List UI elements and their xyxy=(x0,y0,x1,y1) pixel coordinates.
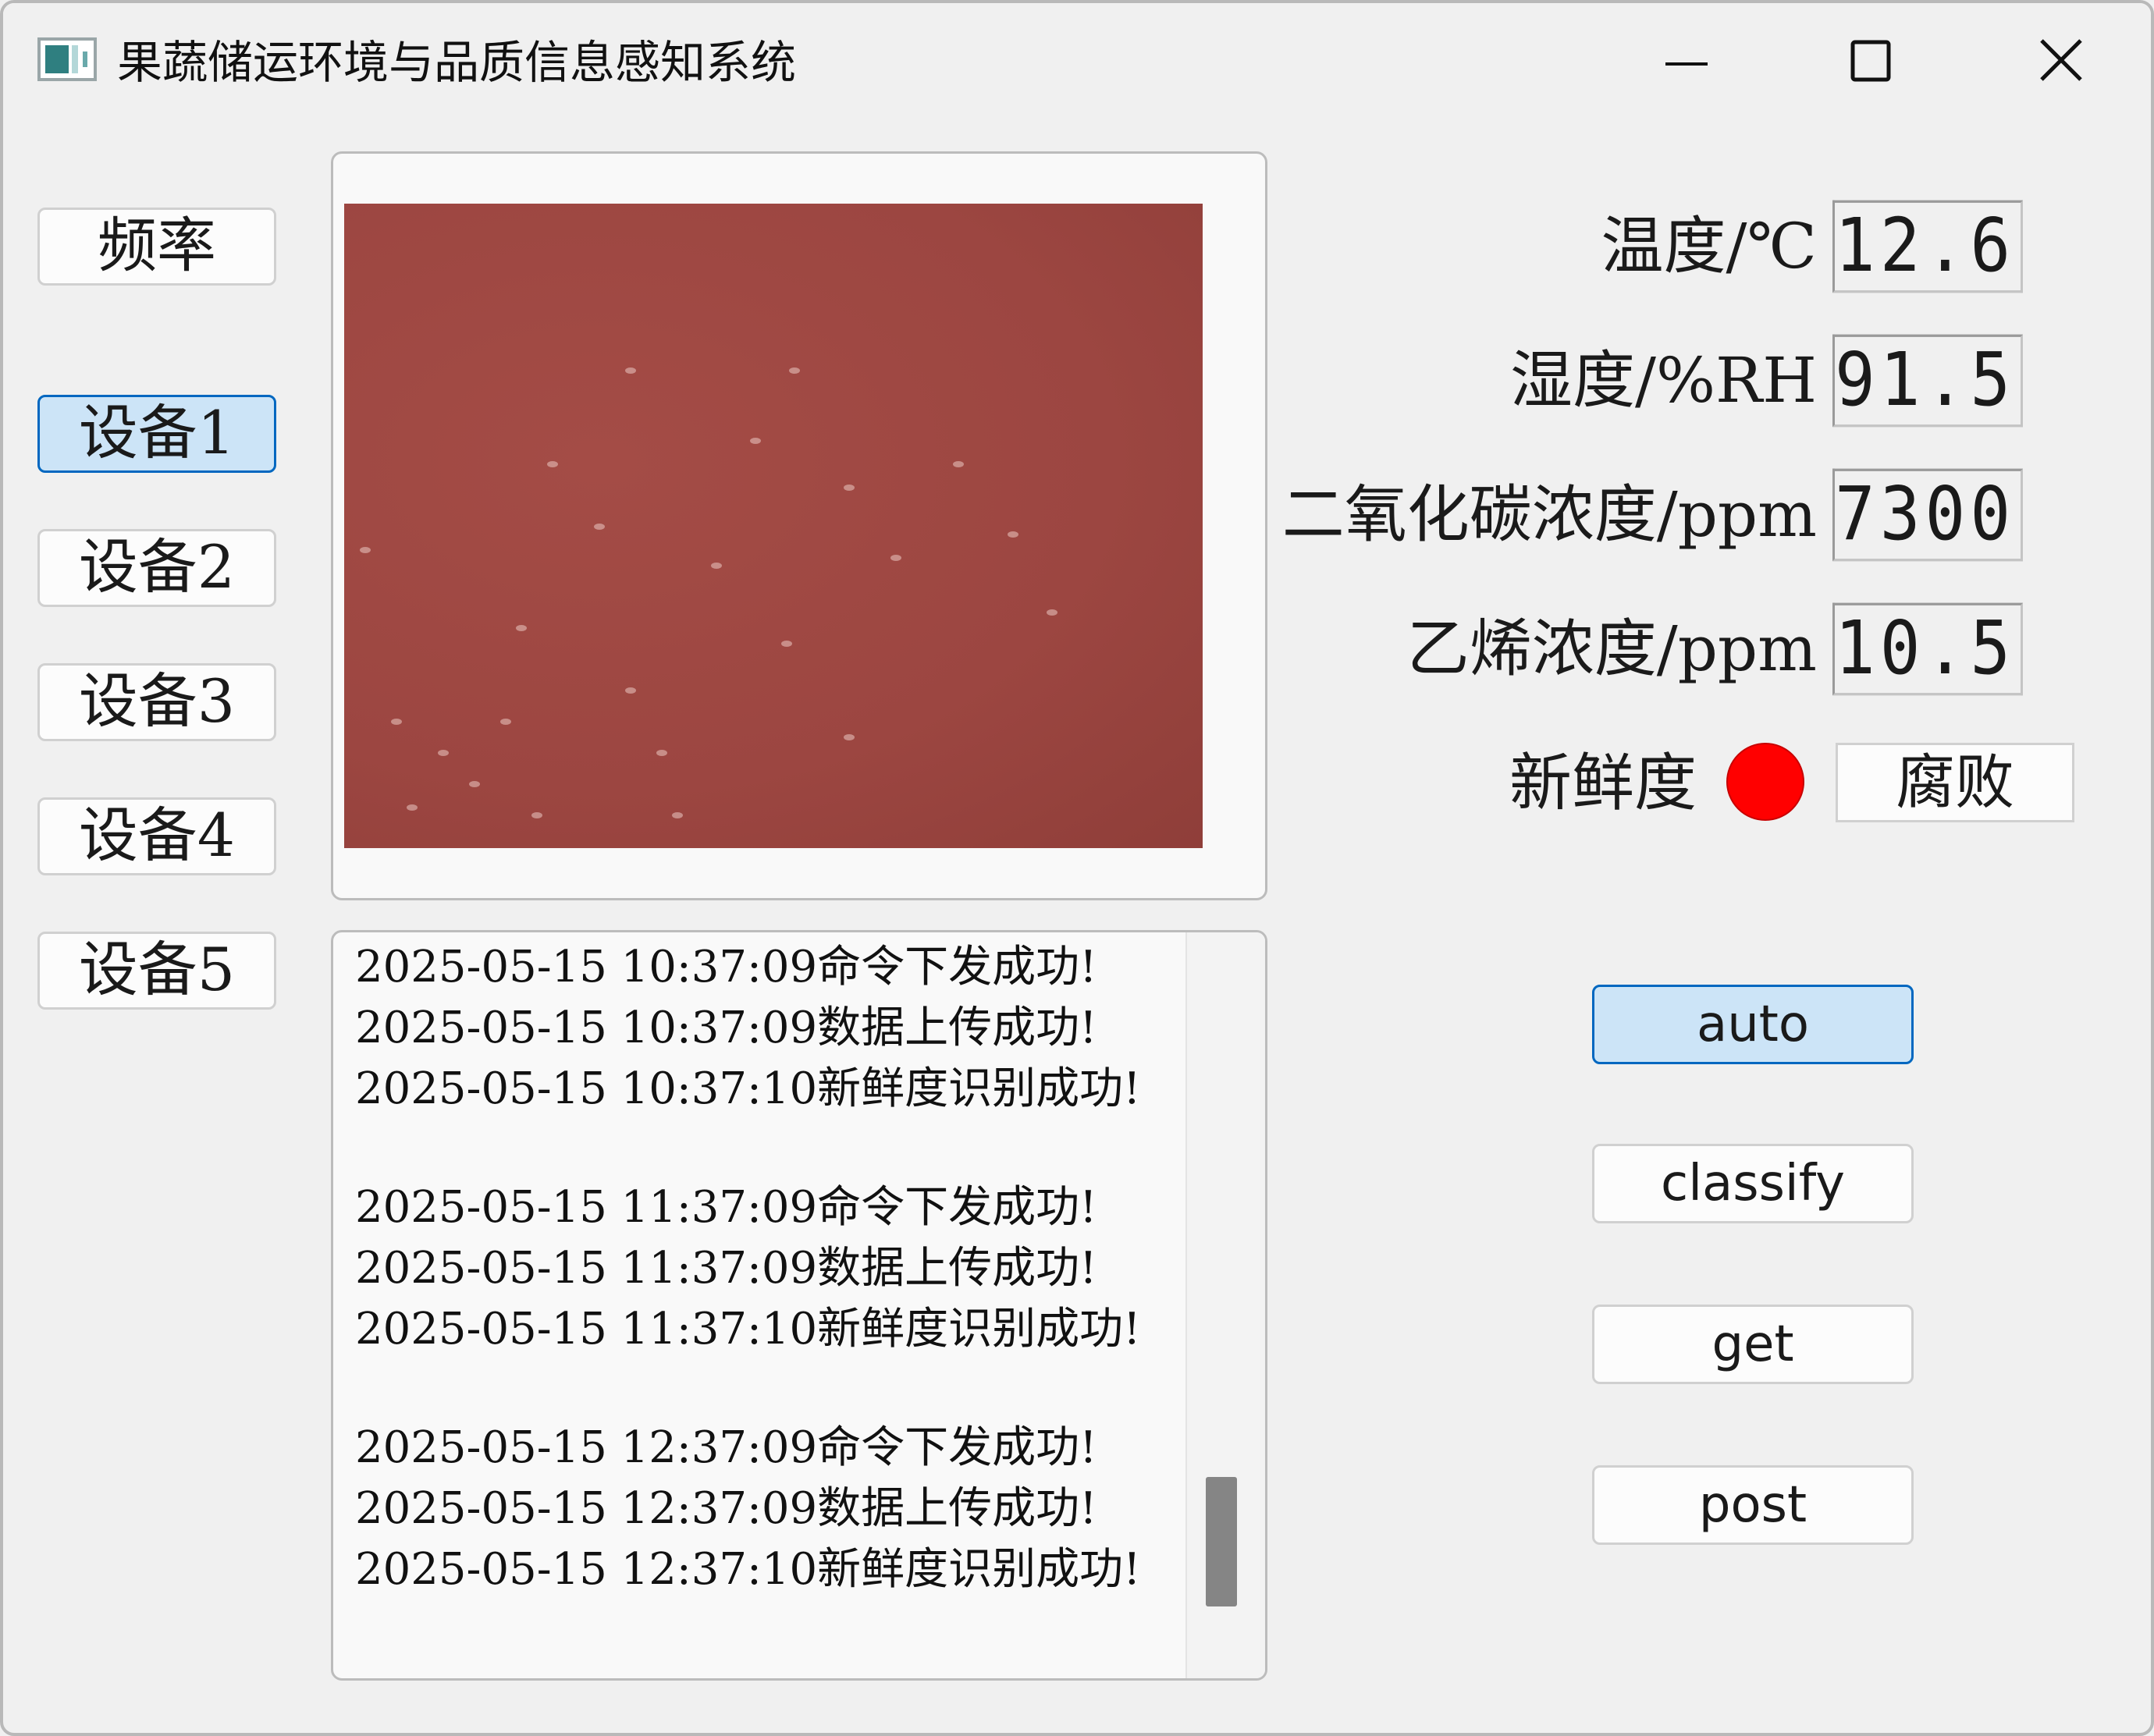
freshness-label: 新鲜度 xyxy=(1509,747,1697,819)
log-line: 2025-05-15 12:37:09命令下发成功! xyxy=(355,1422,1097,1473)
co2-display: 7300 xyxy=(1832,468,2023,562)
humidity-label: 湿度/%RH xyxy=(1510,344,1817,417)
minimize-icon xyxy=(1665,62,1708,66)
log-line: 2025-05-15 12:37:09数据上传成功! xyxy=(355,1483,1097,1534)
maximize-button[interactable] xyxy=(1836,31,1906,94)
ethylene-display: 10.5 xyxy=(1832,602,2023,696)
image-panel xyxy=(331,151,1267,900)
log-line: 2025-05-15 10:37:09数据上传成功! xyxy=(355,1003,1097,1053)
device-4-button[interactable]: 设备4 xyxy=(37,797,276,875)
get-button[interactable]: get xyxy=(1592,1305,1914,1384)
maximize-icon xyxy=(1850,40,1891,82)
post-button[interactable]: post xyxy=(1592,1465,1914,1545)
log-line: 2025-05-15 11:37:09命令下发成功! xyxy=(355,1182,1097,1233)
freshness-indicator xyxy=(1726,743,1804,821)
co2-label: 二氧化碳浓度/ppm xyxy=(1281,478,1817,551)
title-bar: 果蔬储运环境与品质信息感知系统 xyxy=(3,3,2151,124)
log-line: 2025-05-15 12:37:10新鲜度识别成功! xyxy=(355,1544,1141,1595)
device-1-button[interactable]: 设备1 xyxy=(37,395,276,473)
log-line: 2025-05-15 10:37:09命令下发成功! xyxy=(355,942,1097,992)
auto-button[interactable]: auto xyxy=(1592,985,1914,1064)
window-title: 果蔬储运环境与品质信息感知系统 xyxy=(117,36,797,89)
app-window: 果蔬储运环境与品质信息感知系统 频率 设备1 设备2 设备3 设备4 设备5 2… xyxy=(0,0,2154,1736)
device-3-button[interactable]: 设备3 xyxy=(37,663,276,741)
ethylene-label: 乙烯浓度/ppm xyxy=(1406,612,1817,685)
log-line: 2025-05-15 11:37:10新鲜度识别成功! xyxy=(355,1304,1141,1354)
log-line: 2025-05-15 10:37:10新鲜度识别成功! xyxy=(355,1063,1141,1114)
device-5-button[interactable]: 设备5 xyxy=(37,932,276,1010)
classify-button[interactable]: classify xyxy=(1592,1144,1914,1223)
device-2-button[interactable]: 设备2 xyxy=(37,529,276,607)
temperature-display: 12.6 xyxy=(1832,200,2023,293)
scrollbar-thumb[interactable] xyxy=(1206,1477,1237,1606)
log-text: 2025-05-15 10:37:09命令下发成功! 2025-05-15 10… xyxy=(355,937,1175,1600)
close-icon xyxy=(2040,39,2082,81)
log-panel[interactable]: 2025-05-15 10:37:09命令下发成功! 2025-05-15 10… xyxy=(331,930,1267,1681)
log-line: 2025-05-15 11:37:09数据上传成功! xyxy=(355,1243,1097,1294)
produce-surface-image xyxy=(344,204,1203,848)
minimize-button[interactable] xyxy=(1651,31,1722,94)
humidity-display: 91.5 xyxy=(1832,334,2023,428)
log-scrollbar[interactable] xyxy=(1185,932,1265,1678)
close-button[interactable] xyxy=(2026,31,2096,94)
frequency-button[interactable]: 频率 xyxy=(37,208,276,286)
freshness-status: 腐败 xyxy=(1836,743,2074,822)
app-window-icon xyxy=(37,37,97,81)
temperature-label: 温度/℃ xyxy=(1601,210,1817,282)
